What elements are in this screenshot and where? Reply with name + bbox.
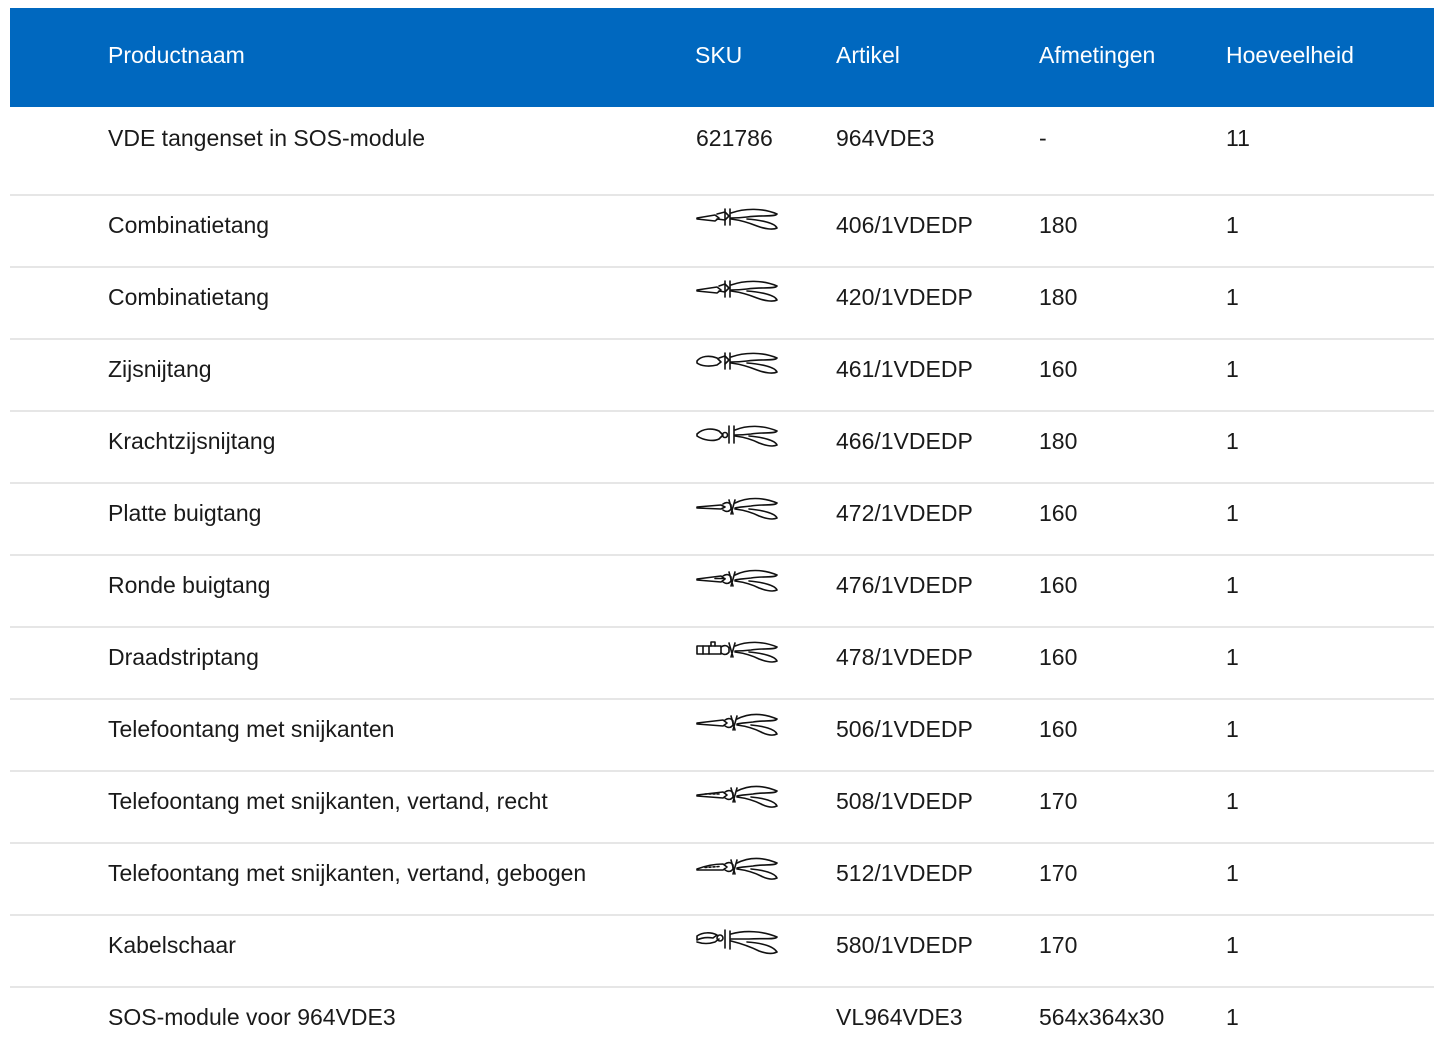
power-side-cutter-icon — [695, 422, 779, 452]
article-number: 508/1VDEDP — [836, 788, 973, 814]
dimensions-value: 180 — [1039, 212, 1078, 238]
product-name: VDE tangenset in SOS-module — [108, 125, 426, 151]
combination-pliers-icon — [695, 206, 779, 236]
cable-shears-icon — [695, 926, 779, 956]
header-hoeveelheid: Hoeveelheid — [1226, 42, 1354, 68]
product-table: Productnaam SKU Artikel Afmetingen Hoeve… — [10, 8, 1434, 1058]
article-number: 476/1VDEDP — [836, 572, 973, 598]
table-row: Combinatietang 406/1VDEDP 180 1 — [10, 196, 1434, 268]
sku-value: 621786 — [696, 125, 773, 151]
product-name: Telefoontang met snijkanten, vertand, re… — [108, 788, 548, 814]
dimensions-value: 160 — [1039, 572, 1078, 598]
quantity-value: 1 — [1226, 572, 1239, 598]
table-row: SOS-module voor 964VDE3 VL964VDE3 564x36… — [10, 988, 1434, 1058]
table-row: Platte buigtang 472/1VDEDP 160 1 — [10, 484, 1434, 556]
table-row: Draadstriptang 478/1VDEDP 160 1 — [10, 628, 1434, 700]
telephone-pliers-icon — [695, 710, 779, 740]
article-number: 512/1VDEDP — [836, 860, 973, 886]
quantity-value: 1 — [1226, 644, 1239, 670]
product-name: Telefoontang met snijkanten — [108, 716, 395, 742]
quantity-value: 1 — [1226, 1004, 1239, 1030]
article-number: 466/1VDEDP — [836, 428, 973, 454]
dimensions-value: 160 — [1039, 644, 1078, 670]
quantity-value: 1 — [1226, 788, 1239, 814]
product-name: Zijsnijtang — [108, 356, 212, 382]
dimensions-value: 180 — [1039, 284, 1078, 310]
product-name: Combinatietang — [108, 284, 270, 310]
table-row: Telefoontang met snijkanten, vertand, ge… — [10, 844, 1434, 916]
product-name: Kabelschaar — [108, 932, 236, 958]
article-number: VL964VDE3 — [836, 1004, 963, 1030]
article-number: 964VDE3 — [836, 125, 935, 151]
header-artikel: Artikel — [836, 42, 900, 68]
product-name: Combinatietang — [108, 212, 270, 238]
side-cutter-icon — [695, 350, 779, 380]
quantity-value: 1 — [1226, 356, 1239, 382]
article-number: 580/1VDEDP — [836, 932, 973, 958]
table-row: Krachtzijsnijtang 466/1VDEDP 180 1 — [10, 412, 1434, 484]
article-number: 461/1VDEDP — [836, 356, 973, 382]
dimensions-value: 564x364x30 — [1039, 1004, 1165, 1030]
product-name: Ronde buigtang — [108, 572, 271, 598]
dimensions-value: 160 — [1039, 500, 1078, 526]
product-name: Platte buigtang — [108, 500, 262, 526]
table-header: Productnaam SKU Artikel Afmetingen Hoeve… — [10, 8, 1434, 107]
table-row: Kabelschaar 580/1VDEDP 170 1 — [10, 916, 1434, 988]
dimensions-value: 170 — [1039, 860, 1078, 886]
dimensions-value: 180 — [1039, 428, 1078, 454]
quantity-value: 11 — [1226, 125, 1250, 151]
product-name: Draadstriptang — [108, 644, 259, 670]
quantity-value: 1 — [1226, 212, 1239, 238]
table-row: Telefoontang met snijkanten 506/1VDEDP 1… — [10, 700, 1434, 772]
quantity-value: 1 — [1226, 932, 1239, 958]
article-number: 420/1VDEDP — [836, 284, 973, 310]
combination-pliers-icon — [695, 278, 779, 308]
table-row: Telefoontang met snijkanten, vertand, re… — [10, 772, 1434, 844]
quantity-value: 1 — [1226, 284, 1239, 310]
product-name: SOS-module voor 964VDE3 — [108, 1004, 396, 1030]
article-number: 406/1VDEDP — [836, 212, 973, 238]
dimensions-value: 170 — [1039, 788, 1078, 814]
quantity-value: 1 — [1226, 428, 1239, 454]
product-name: Krachtzijsnijtang — [108, 428, 276, 454]
flat-nose-pliers-icon — [695, 494, 779, 524]
article-number: 506/1VDEDP — [836, 716, 973, 742]
header-sku: SKU — [695, 42, 743, 68]
article-number: 472/1VDEDP — [836, 500, 973, 526]
product-name: Telefoontang met snijkanten, vertand, ge… — [108, 860, 587, 886]
dimensions-value: - — [1039, 125, 1047, 151]
table-row: Combinatietang 420/1VDEDP 180 1 — [10, 268, 1434, 340]
table-row: VDE tangenset in SOS-module 621786 964VD… — [10, 107, 1434, 196]
dimensions-value: 160 — [1039, 356, 1078, 382]
article-number: 478/1VDEDP — [836, 644, 973, 670]
dimensions-value: 160 — [1039, 716, 1078, 742]
header-productnaam: Productnaam — [108, 42, 245, 68]
telephone-pliers-icon — [695, 782, 779, 812]
table-row: Ronde buigtang 476/1VDEDP 160 1 — [10, 556, 1434, 628]
dimensions-value: 170 — [1039, 932, 1078, 958]
wire-stripper-icon — [695, 638, 779, 668]
table-row: Zijsnijtang 461/1VDEDP 160 1 — [10, 340, 1434, 412]
quantity-value: 1 — [1226, 860, 1239, 886]
quantity-value: 1 — [1226, 716, 1239, 742]
bent-telephone-pliers-icon — [695, 854, 779, 884]
round-nose-pliers-icon — [695, 566, 779, 596]
quantity-value: 1 — [1226, 500, 1239, 526]
header-afmetingen: Afmetingen — [1039, 42, 1156, 68]
